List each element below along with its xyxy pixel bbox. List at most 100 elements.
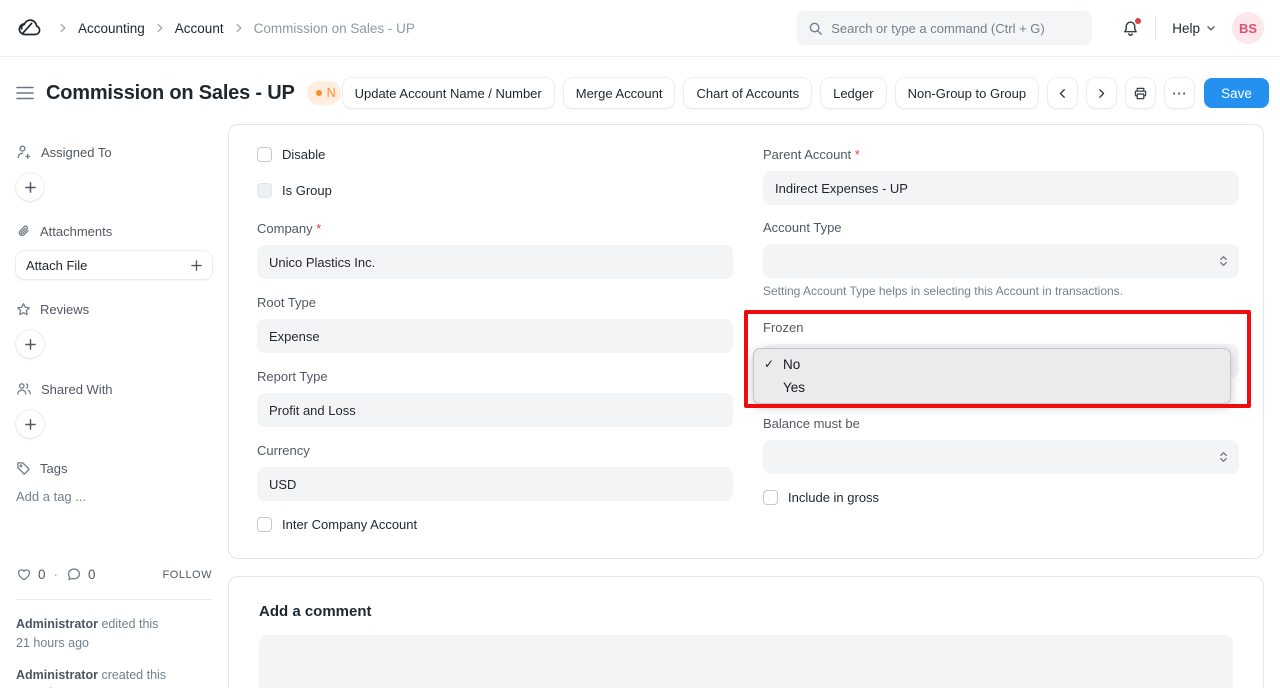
search-input[interactable] [831, 21, 1081, 36]
include-in-gross-checkbox[interactable] [763, 490, 778, 505]
notification-bell[interactable] [1122, 20, 1139, 37]
activity-action: edited this [101, 617, 158, 631]
attach-file-button[interactable]: Attach File [16, 251, 212, 279]
global-search[interactable] [797, 11, 1092, 45]
account-form-card: Disable Is Group Company * Unico Plastic… [228, 124, 1264, 559]
header-actions: Update Account Name / Number Merge Accou… [343, 78, 1269, 108]
currency-input[interactable]: USD [257, 467, 733, 501]
notification-dot [1135, 18, 1141, 24]
account-type-label: Account Type [763, 220, 1239, 235]
navbar-divider [1155, 16, 1156, 40]
root-type-field: Root Type Expense [257, 295, 733, 353]
activity-user: Administrator [16, 617, 98, 631]
ellipsis-icon: ⋯ [1172, 86, 1188, 101]
frozen-option-no[interactable]: ✓ No [754, 353, 1230, 376]
add-assignment-button[interactable] [16, 173, 44, 201]
include-in-gross-label: Include in gross [788, 490, 879, 505]
ledger-button[interactable]: Ledger [821, 78, 885, 108]
breadcrumb-current: Commission on Sales - UP [254, 21, 415, 36]
print-icon [1133, 86, 1148, 101]
status-dot-icon [316, 90, 322, 96]
report-type-input[interactable]: Profit and Loss [257, 393, 733, 427]
account-type-select[interactable] [763, 244, 1239, 278]
parent-account-field: Parent Account * Indirect Expenses - UP [763, 147, 1239, 205]
add-share-button[interactable] [16, 410, 44, 438]
save-button[interactable]: Save [1204, 78, 1269, 108]
company-label: Company [257, 221, 313, 236]
company-input[interactable]: Unico Plastics Inc. [257, 245, 733, 279]
company-field: Company * Unico Plastics Inc. [257, 221, 733, 279]
attachments-label: Attachments [40, 224, 112, 239]
star-icon [16, 302, 31, 317]
frozen-dropdown-menu: ✓ No Yes [753, 348, 1231, 404]
add-tag-input[interactable]: Add a tag ... [16, 489, 212, 504]
breadcrumb-account[interactable]: Account [175, 21, 224, 36]
menu-icon[interactable] [16, 86, 34, 100]
status-badge: N [307, 81, 341, 105]
likes-count: 0 [38, 567, 46, 582]
comments-count: 0 [88, 567, 96, 582]
page-head: Commission on Sales - UP N Update Accoun… [0, 57, 1280, 124]
update-account-name-button[interactable]: Update Account Name / Number [343, 78, 554, 108]
add-comment-heading: Add a comment [259, 603, 1233, 620]
checkmark-icon: ✓ [764, 353, 774, 376]
is-group-checkbox [257, 183, 272, 198]
sidebar-divider [16, 599, 212, 600]
activity-user: Administrator [16, 668, 98, 682]
status-text: N [327, 86, 336, 100]
inter-company-label: Inter Company Account [282, 517, 417, 532]
activity-time: 21 hours ago [16, 636, 89, 650]
next-record-button[interactable] [1087, 78, 1116, 108]
plus-icon [191, 260, 202, 271]
frozen-label: Frozen [763, 320, 1239, 335]
breadcrumb: Accounting Account Commission on Sales -… [58, 21, 415, 36]
disable-checkbox[interactable] [257, 147, 272, 162]
disable-label: Disable [282, 147, 325, 162]
page-title: Commission on Sales - UP [46, 82, 295, 105]
comment-input[interactable] [259, 635, 1233, 688]
frappe-cloud-logo[interactable] [16, 14, 44, 42]
comment-bubble-icon [66, 567, 82, 582]
report-type-field: Report Type Profit and Loss [257, 369, 733, 427]
inter-company-checkbox[interactable] [257, 517, 272, 532]
tags-label: Tags [40, 461, 67, 476]
reviews-label: Reviews [40, 302, 89, 317]
users-icon [16, 381, 32, 397]
required-marker: * [316, 221, 321, 236]
frozen-option-yes[interactable]: Yes [754, 376, 1230, 399]
user-avatar[interactable]: BS [1232, 12, 1264, 44]
heart-icon[interactable] [16, 567, 32, 582]
chart-of-accounts-button[interactable]: Chart of Accounts [684, 78, 811, 108]
more-options-button[interactable]: ⋯ [1165, 78, 1194, 108]
non-group-to-group-button[interactable]: Non-Group to Group [896, 78, 1039, 108]
is-group-label: Is Group [282, 183, 332, 198]
breadcrumb-accounting[interactable]: Accounting [78, 21, 145, 36]
chevron-left-icon [1057, 88, 1068, 99]
form-column-left: Disable Is Group Company * Unico Plastic… [257, 145, 733, 532]
social-row: 0 · 0 FOLLOW [16, 567, 212, 582]
balance-must-be-field: Balance must be [763, 416, 1239, 474]
chevron-right-icon [58, 23, 68, 33]
prev-record-button[interactable] [1048, 78, 1077, 108]
balance-must-be-select[interactable] [763, 440, 1239, 474]
form-column-right: Parent Account * Indirect Expenses - UP … [763, 145, 1239, 532]
attach-file-label: Attach File [26, 258, 87, 273]
option-label: Yes [783, 380, 805, 395]
follow-button[interactable]: FOLLOW [163, 569, 212, 581]
help-menu[interactable]: Help [1172, 21, 1216, 36]
account-type-field: Account Type Setting Account Type helps … [763, 220, 1239, 298]
print-button[interactable] [1126, 78, 1155, 108]
attachments-section: Attachments [16, 224, 212, 239]
root-type-input[interactable]: Expense [257, 319, 733, 353]
chevron-right-icon [234, 23, 244, 33]
required-marker: * [855, 147, 860, 162]
chevron-right-icon [1096, 88, 1107, 99]
help-label: Help [1172, 21, 1200, 36]
add-review-button[interactable] [16, 330, 44, 358]
activity-action: created this [101, 668, 166, 682]
parent-account-input[interactable]: Indirect Expenses - UP [763, 171, 1239, 205]
chevron-right-icon [155, 23, 165, 33]
currency-label: Currency [257, 443, 733, 458]
assigned-to-label: Assigned To [41, 145, 112, 160]
merge-account-button[interactable]: Merge Account [564, 78, 675, 108]
